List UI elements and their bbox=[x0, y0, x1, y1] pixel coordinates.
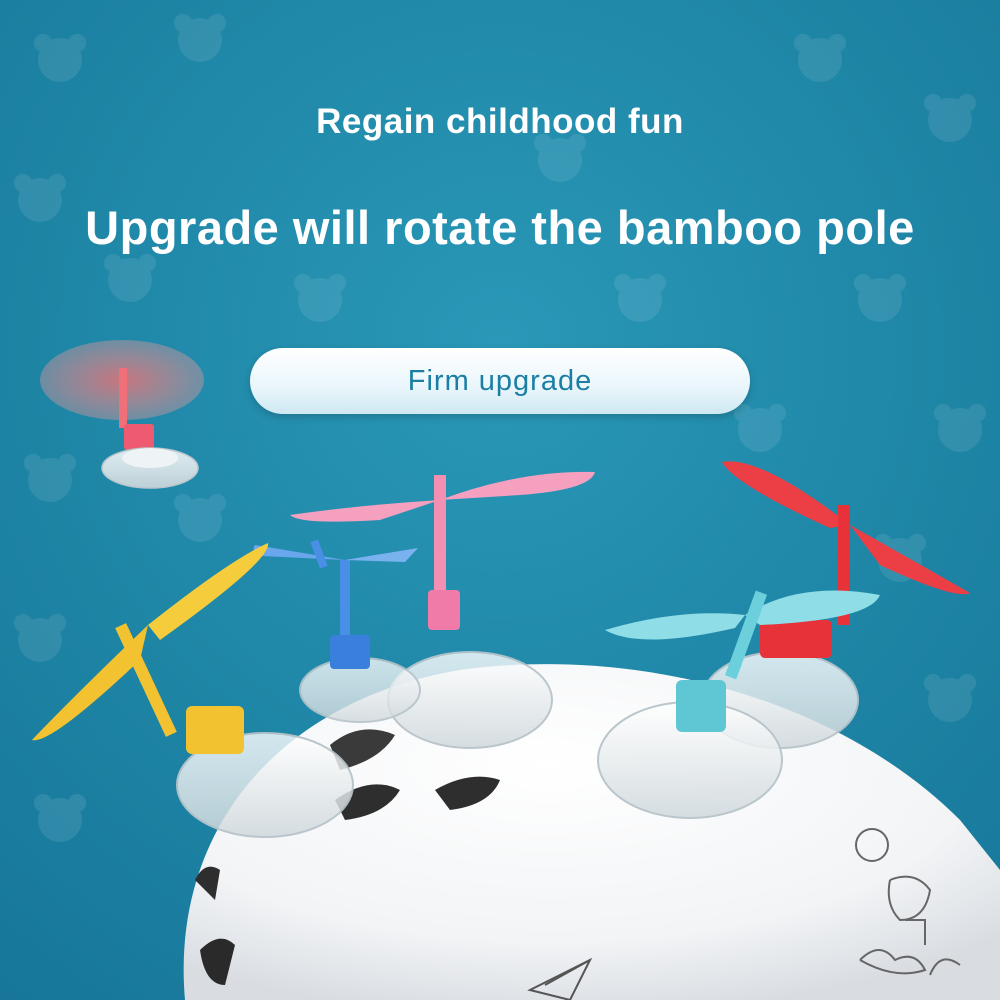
pink-copter-icon bbox=[290, 471, 595, 630]
product-scene bbox=[32, 340, 1000, 1000]
yellow-copter-icon bbox=[32, 543, 269, 754]
spinning-copter-icon bbox=[40, 340, 204, 489]
red-copter-icon bbox=[722, 461, 970, 658]
blue-copter-icon bbox=[253, 539, 418, 669]
